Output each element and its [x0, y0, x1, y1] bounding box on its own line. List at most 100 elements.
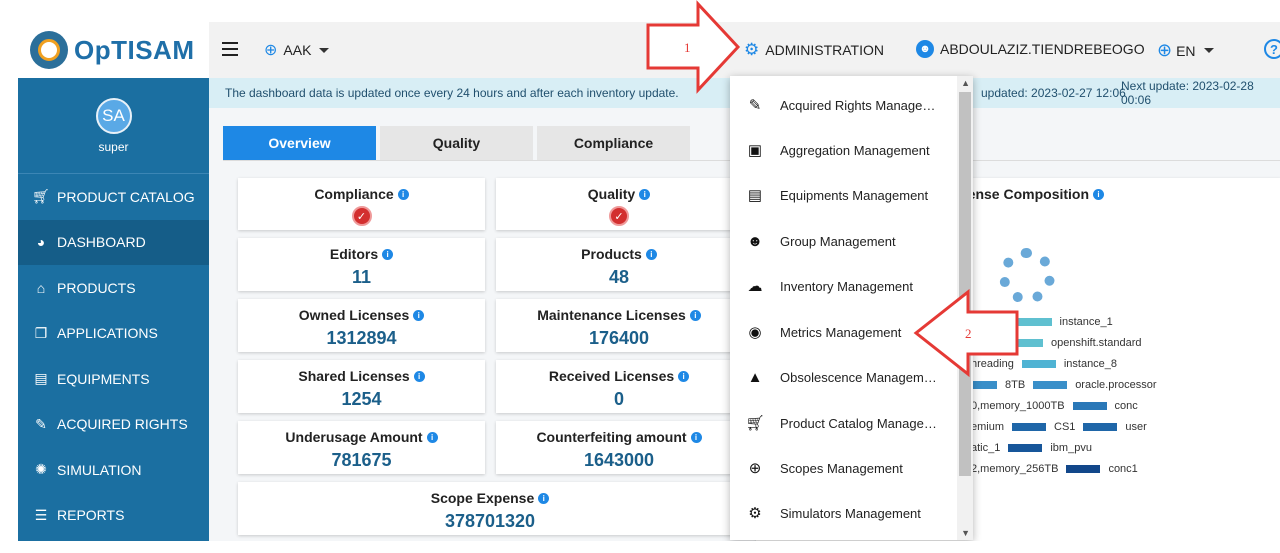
info-icon[interactable]: i	[413, 309, 425, 321]
menu-toggle-button[interactable]	[222, 42, 238, 56]
sidebar-username: super	[98, 139, 129, 154]
received-licenses-card[interactable]: Received Licenses i 0	[496, 360, 742, 413]
cart-icon: 🛒︎	[32, 188, 50, 205]
menu-item-label: Obsolescence Managem…	[780, 369, 937, 385]
cart-icon: 🛒︎	[745, 415, 765, 432]
tab-quality[interactable]: Quality	[380, 126, 533, 160]
user-menu-button[interactable]: ☻ ABDOULAZIZ.TIENDREBEOGO	[916, 40, 1145, 58]
sidebar-item-acquired-rights[interactable]: ✎ ACQUIRED RIGHTS	[18, 402, 209, 448]
legend-row: emium CS1 user	[971, 421, 1147, 433]
logo[interactable]: OpTISAM	[18, 22, 209, 78]
menu-item-aggregation-management[interactable]: ▣ Aggregation Management	[730, 128, 956, 172]
reports-icon: ☰	[34, 506, 48, 523]
card-title-text: Shared Licenses	[298, 368, 410, 384]
applications-icon: ❐	[34, 324, 48, 341]
menu-item-product-catalog-management[interactable]: 🛒︎ Product Catalog Manage…	[730, 401, 956, 445]
info-icon[interactable]: i	[645, 248, 657, 260]
menu-item-inventory-management[interactable]: ☁ Inventory Management	[730, 264, 956, 308]
card-value: 48	[608, 267, 630, 287]
info-icon[interactable]: i	[1093, 188, 1105, 200]
legend-row: ce_62 openshift.standard	[971, 337, 1142, 349]
info-icon[interactable]: i	[690, 431, 702, 443]
scope-icon: ⊕	[748, 460, 762, 477]
scope-expense-card[interactable]: Scope Expense i 378701320	[238, 482, 742, 535]
menu-item-equipments-management[interactable]: ▤ Equipments Management	[730, 173, 956, 217]
sidebar-item-product-catalog[interactable]: 🛒︎ PRODUCT CATALOG	[18, 174, 209, 220]
owned-licenses-card[interactable]: Owned Licenses i 1312894	[238, 299, 485, 352]
editors-card[interactable]: Editors i 11	[238, 238, 485, 291]
menu-item-scopes-management[interactable]: ⊕ Scopes Management	[730, 446, 956, 490]
card-value: 176400	[588, 328, 650, 348]
last-update-text: updated: 2023-02-27 12:06	[981, 86, 1126, 100]
sidebar-item-equipments[interactable]: ▤ EQUIPMENTS	[18, 356, 209, 402]
legend-row: 8TB oracle.processor	[971, 379, 1157, 391]
menu-item-obsolescence-management[interactable]: ▲ Obsolescence Managem…	[730, 355, 956, 399]
card-title: Compliance i	[314, 186, 409, 202]
administration-label: ADMINISTRATION	[765, 42, 884, 58]
administration-menu-button[interactable]: ⚙ ADMINISTRATION	[744, 40, 884, 60]
compliance-card[interactable]: Compliance i ✓	[238, 178, 485, 230]
scope-selector[interactable]: ⊕ AAK	[264, 40, 330, 60]
app-window: OpTISAM ⊕ AAK ⚙ ADMINISTRATION ☻ ABDOULA…	[18, 22, 1280, 541]
user-label: ABDOULAZIZ.TIENDREBEOGO	[940, 41, 1145, 57]
language-selector[interactable]: ⊕ EN	[1157, 40, 1214, 61]
card-value: 1312894	[326, 328, 397, 348]
legend-label: ce_62	[971, 337, 1001, 349]
menu-item-metrics-management[interactable]: ◉ Metrics Management	[730, 310, 956, 354]
sidebar-item-label: PRODUCTS	[57, 279, 136, 296]
hamburger-line	[222, 48, 238, 50]
help-icon[interactable]: ?	[1264, 39, 1280, 59]
sidebar-item-simulation[interactable]: ✺ SIMULATION	[18, 447, 209, 493]
sidebar-item-label: DASHBOARD	[57, 234, 146, 251]
counterfeiting-amount-card[interactable]: Counterfeiting amount i 1643000	[496, 421, 742, 474]
menu-item-group-management[interactable]: ☻ Group Management	[730, 219, 956, 263]
sidebar-item-label: ACQUIRED RIGHTS	[57, 416, 188, 433]
scroll-up-icon[interactable]: ▲	[961, 78, 970, 88]
aggregation-icon: ▣	[747, 142, 763, 159]
menu-item-acquired-rights-management[interactable]: ✎ Acquired Rights Manage…	[730, 83, 956, 127]
card-title: Products i	[581, 246, 657, 262]
admin-user-gear-icon: ⚙	[744, 40, 760, 59]
info-icon[interactable]: i	[382, 248, 394, 260]
license-composition-donut[interactable]	[999, 248, 1055, 304]
quality-card[interactable]: Quality i ✓	[496, 178, 742, 230]
products-icon: ⌂	[36, 279, 46, 296]
card-title: Quality i	[588, 186, 651, 202]
acquired-rights-icon: ✎	[35, 415, 47, 432]
tab-compliance[interactable]: Compliance	[537, 126, 690, 160]
legend-label: ibm_pvu	[1050, 442, 1092, 454]
legend-label: openshift.standard	[1050, 337, 1142, 349]
info-icon[interactable]: i	[413, 370, 425, 382]
dropdown-scrollbar[interactable]: ▲ ▼	[957, 76, 973, 540]
annotation-number-2: 2	[965, 326, 972, 341]
avatar[interactable]: SA	[95, 97, 132, 134]
card-value: 0	[613, 389, 624, 409]
legend-label: oracle.processor	[1075, 379, 1157, 391]
info-icon[interactable]: i	[689, 309, 701, 321]
info-icon[interactable]: i	[678, 370, 690, 382]
card-title-text: Maintenance Licenses	[537, 307, 686, 323]
menu-item-simulators-management[interactable]: ⚙ Simulators Management	[730, 491, 956, 535]
sidebar-item-applications[interactable]: ❐ APPLICATIONS	[18, 311, 209, 357]
info-icon[interactable]: i	[426, 431, 438, 443]
card-title-text: Products	[581, 246, 642, 262]
products-card[interactable]: Products i 48	[496, 238, 742, 291]
legend-label: atic_1	[971, 442, 1001, 454]
info-icon[interactable]: i	[538, 492, 550, 504]
menu-item-label: Aggregation Management	[780, 142, 930, 158]
sidebar-item-reports[interactable]: ☰ REPORTS	[18, 493, 209, 539]
sidebar-item-dashboard[interactable]: ◕ DASHBOARD	[18, 219, 209, 265]
scroll-down-icon[interactable]: ▼	[961, 528, 970, 538]
maintenance-licenses-card[interactable]: Maintenance Licenses i 176400	[496, 299, 742, 352]
underusage-amount-card[interactable]: Underusage Amount i 781675	[238, 421, 485, 474]
info-icon[interactable]: i	[639, 188, 651, 200]
info-icon[interactable]: i	[397, 188, 409, 200]
legend-label: user	[1125, 421, 1147, 433]
scrollbar-thumb[interactable]	[959, 92, 971, 476]
sidebar-item-products[interactable]: ⌂ PRODUCTS	[18, 265, 209, 311]
shared-licenses-card[interactable]: Shared Licenses i 1254	[238, 360, 485, 413]
license-composition-title: icense Composition i	[956, 186, 1105, 202]
award-badge-icon: ✓	[351, 206, 372, 226]
legend-swatch	[1021, 360, 1056, 368]
tab-overview[interactable]: Overview	[223, 126, 376, 160]
